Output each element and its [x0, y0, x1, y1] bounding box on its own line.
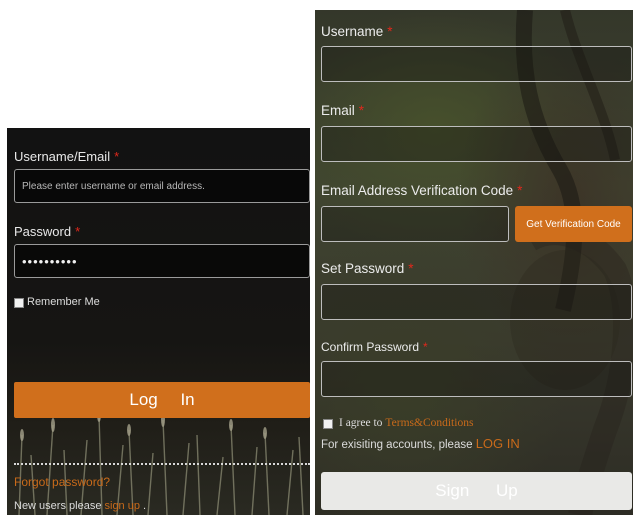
signup-email-label: Email *: [321, 103, 365, 118]
password-label: Password *: [14, 224, 81, 239]
required-mark: *: [387, 24, 393, 39]
required-mark: *: [114, 149, 120, 164]
remember-me-label: Remember Me: [27, 296, 100, 308]
forgot-password-link[interactable]: Forgot password?: [14, 475, 110, 489]
required-mark: *: [408, 261, 414, 276]
set-password-label: Set Password *: [321, 261, 414, 276]
username-label: Username/Email *: [14, 149, 120, 164]
divider: [14, 463, 310, 465]
required-mark: *: [75, 224, 81, 239]
set-password-input[interactable]: [321, 284, 632, 320]
agree-terms-line: I agree to Terms&Conditions: [339, 417, 474, 429]
login-panel: Username/Email* Password* Remember Me Lo…: [7, 128, 310, 515]
verification-code-label: Email Address Verification Code *: [321, 183, 523, 198]
signup-email-input[interactable]: [321, 126, 632, 162]
verification-code-input[interactable]: [321, 206, 509, 242]
confirm-password-input[interactable]: [321, 361, 632, 397]
terms-conditions-link[interactable]: Terms&Conditions: [385, 417, 473, 429]
get-verification-code-button[interactable]: Get Verification Code: [515, 206, 632, 242]
signup-username-label: Username *: [321, 24, 393, 39]
signup-panel: Username * Email * Email Address Verificat…: [315, 10, 633, 515]
required-mark: *: [358, 103, 365, 118]
password-input[interactable]: [14, 244, 310, 278]
remember-me-checkbox[interactable]: [14, 298, 24, 308]
sign-up-button[interactable]: Sign Up: [321, 472, 632, 510]
new-users-line: New users please sign up .: [14, 500, 147, 512]
username-input[interactable]: [14, 169, 310, 203]
login-button[interactable]: Log In: [14, 382, 310, 418]
signup-username-input[interactable]: [321, 46, 632, 82]
required-mark: *: [423, 340, 428, 354]
existing-accounts-line: For exisiting accounts, please LOG IN: [321, 436, 520, 451]
agree-terms-checkbox[interactable]: [323, 419, 333, 429]
sign-up-link[interactable]: sign up: [105, 500, 140, 512]
log-in-link[interactable]: LOG IN: [476, 436, 520, 451]
required-mark: *: [517, 183, 523, 198]
confirm-password-label: Confirm Password *: [321, 340, 428, 354]
